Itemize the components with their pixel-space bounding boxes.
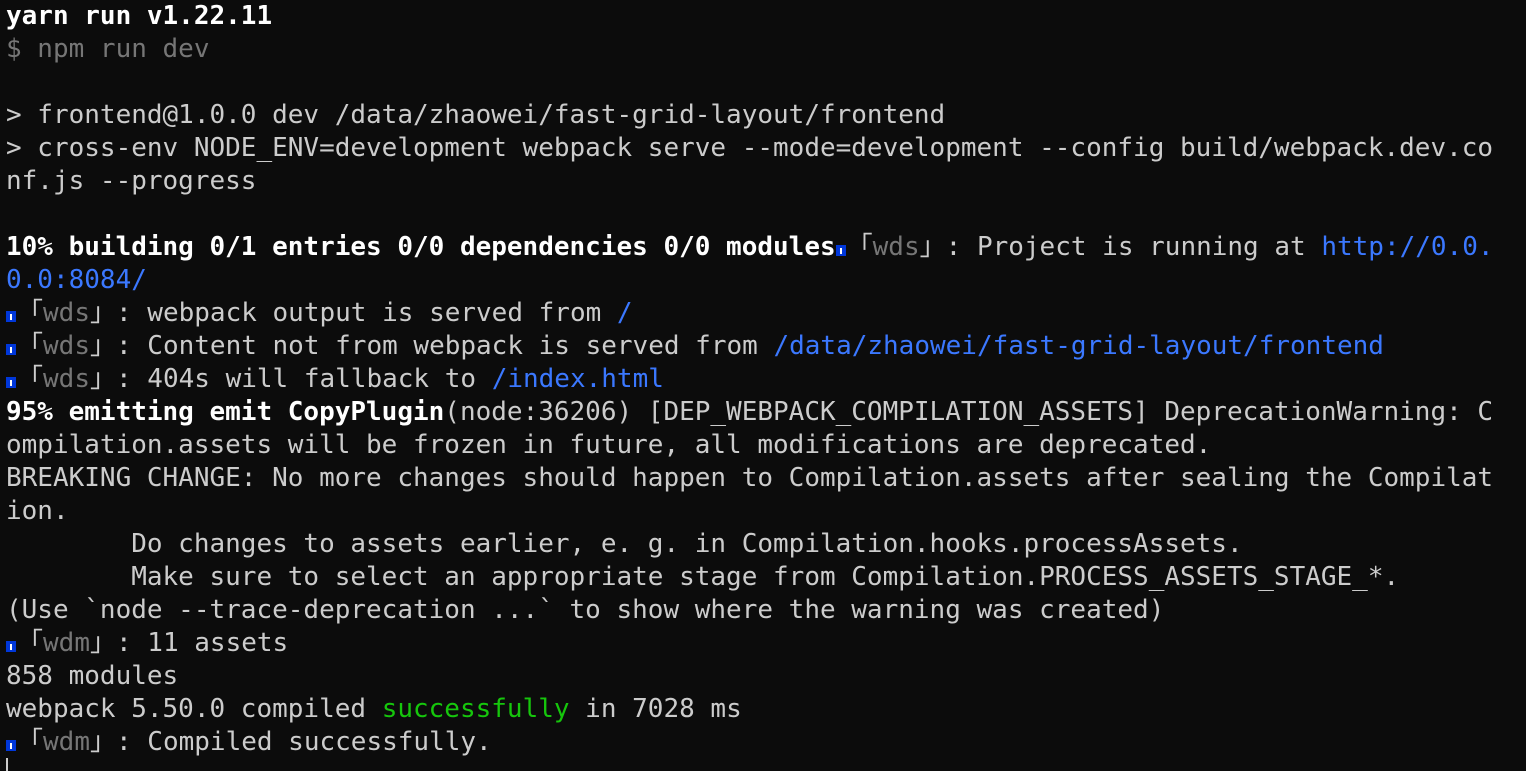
fallback-path-link[interactable]: /index.html	[492, 364, 664, 394]
breaking-change-line: BREAKING CHANGE: No more changes should …	[6, 463, 1494, 493]
tag-open-bracket: 「	[17, 628, 44, 658]
assets-text: : 11 assets	[116, 628, 289, 658]
project-running-text: : Project is running at	[945, 232, 1322, 262]
compiled-status: successfully	[381, 694, 570, 724]
assets-line: 「wdm」: 11 assets	[6, 627, 1520, 660]
tag-close-bracket: 」	[89, 364, 116, 394]
deprecation-line-2: ompilation.assets will be frozen in futu…	[6, 430, 1212, 460]
served-from-path-link[interactable]: /	[617, 298, 633, 328]
script-line-2: > cross-env NODE_ENV=development webpack…	[6, 133, 1494, 163]
advice-line-1: Do changes to assets earlier, e. g. in C…	[6, 529, 1243, 559]
info-icon	[6, 344, 16, 355]
tag-close-bracket: 」	[919, 232, 946, 262]
tag-open-bracket: 「	[17, 727, 44, 757]
yarn-version-line: yarn run v1.22.11	[6, 1, 273, 31]
script-line-2-wrap: nf.js --progress	[6, 166, 257, 196]
command-prompt-line: $ npm run dev	[6, 34, 210, 64]
breaking-change-wrap: ion.	[6, 496, 69, 526]
cursor-icon	[6, 758, 8, 771]
served-from-text: : webpack output is served from	[116, 298, 617, 328]
compiled-prefix: webpack 5.50.0 compiled	[6, 694, 382, 724]
tag-open-bracket: 「	[17, 331, 44, 361]
tag-open-bracket: 「	[846, 232, 873, 262]
wdm-tag: wdm	[43, 727, 90, 757]
compiled-final-line: 「wdm」: Compiled successfully.	[6, 726, 1520, 759]
info-icon	[835, 245, 846, 256]
advice-line-2: Make sure to select an appropriate stage…	[6, 562, 1400, 592]
tag-open-bracket: 「	[17, 298, 44, 328]
info-icon	[6, 740, 16, 751]
wdm-tag: wdm	[43, 628, 90, 658]
wds-tag: wds	[43, 364, 90, 394]
build-progress-text: 10% building 0/1 entries 0/0 dependencie…	[6, 232, 836, 262]
terminal-window[interactable]: yarn run v1.22.11 $ npm run dev > fronte…	[0, 0, 1526, 771]
wds-tag: wds	[43, 331, 90, 361]
emit-line: 95% emitting emit CopyPlugin(node:36206)…	[6, 396, 1520, 429]
content-path-link[interactable]: /data/zhaowei/fast-grid-layout/frontend	[773, 331, 1383, 361]
deprecation-warning-text: (node:36206) [DEP_WEBPACK_COMPILATION_AS…	[444, 397, 1494, 427]
build-progress-line: 10% building 0/1 entries 0/0 dependencie…	[6, 231, 1520, 264]
fallback-line: 「wds」: 404s will fallback to /index.html	[6, 363, 1520, 396]
info-icon	[6, 377, 16, 388]
modules-line: 858 modules	[6, 661, 179, 691]
info-icon	[6, 311, 16, 322]
project-url-wrap-line: 0.0:8084/	[6, 264, 1520, 297]
fallback-text: : 404s will fallback to	[116, 364, 492, 394]
compiled-final-text: : Compiled successfully.	[116, 727, 492, 757]
tag-close-bracket: 」	[89, 628, 116, 658]
served-from-line: 「wds」: webpack output is served from /	[6, 297, 1520, 330]
content-from-line: 「wds」: Content not from webpack is serve…	[6, 330, 1520, 363]
tag-close-bracket: 」	[89, 331, 116, 361]
trace-deprecation-line: (Use `node --trace-deprecation ...` to s…	[6, 595, 1165, 625]
compiled-suffix: in 7028 ms	[569, 694, 742, 724]
emit-progress-text: 95% emitting emit CopyPlugin	[6, 397, 445, 427]
content-from-text: : Content not from webpack is served fro…	[116, 331, 774, 361]
compiled-line: webpack 5.50.0 compiled successfully in …	[6, 693, 1520, 726]
info-icon	[6, 641, 16, 652]
wds-tag: wds	[43, 298, 90, 328]
script-line-1: > frontend@1.0.0 dev /data/zhaowei/fast-…	[6, 100, 946, 130]
project-url-link[interactable]: http://0.0.	[1321, 232, 1493, 262]
project-url-link-wrap[interactable]: 0.0:8084/	[6, 265, 147, 295]
tag-close-bracket: 」	[89, 727, 116, 757]
tag-open-bracket: 「	[17, 364, 44, 394]
tag-close-bracket: 」	[89, 298, 116, 328]
wds-tag: wds	[872, 232, 920, 262]
